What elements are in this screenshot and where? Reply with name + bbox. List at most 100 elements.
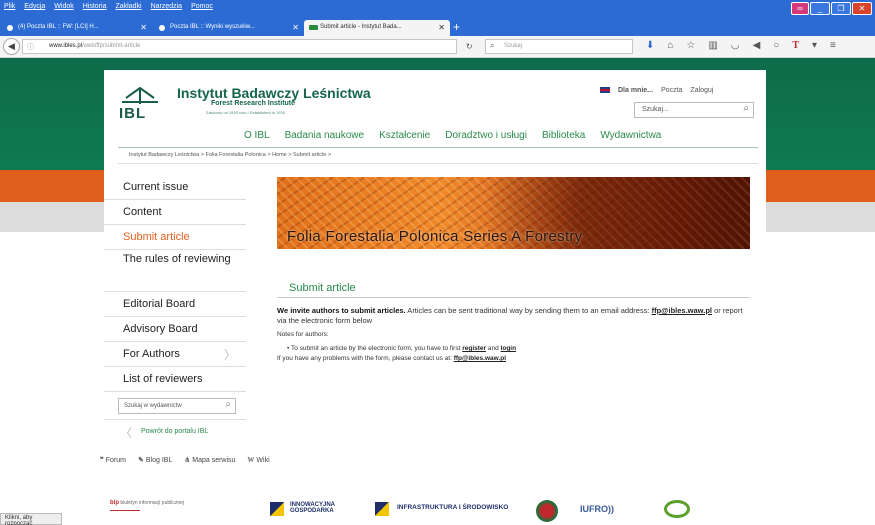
browser-search-input[interactable]: ⌕ Szukaj [485, 39, 633, 54]
home-icon[interactable]: ⌂ [667, 40, 673, 51]
bip-logo-caption: biuletyn informacji publicznej [120, 500, 185, 506]
bookmark-star-icon[interactable]: ☆ [686, 40, 695, 51]
menu-view[interactable]: Widok [54, 3, 73, 10]
iufro-logo-text: IUFRO [580, 504, 608, 514]
partner-round-logo[interactable] [536, 500, 558, 522]
sidebar-item-content[interactable]: Content [104, 200, 246, 225]
tab-close-icon[interactable]: ✕ [140, 23, 147, 32]
page-container: IBL Instytut Badawczy Leśnictwa Forest R… [104, 70, 766, 470]
sidebar-item-current-issue[interactable]: Current issue [104, 175, 246, 200]
nav-ksztalcenie[interactable]: Kształcenie [379, 130, 430, 141]
browser-tabbar: (4) Poczta IBL :: FW: [LCI] H... ✕ Poczt… [0, 18, 875, 36]
new-tab-button[interactable]: + [453, 20, 460, 34]
login-link[interactable]: login [501, 345, 517, 352]
search-icon[interactable]: ⌕ [743, 103, 749, 114]
iufro-logo[interactable]: IUFRO)) [580, 504, 614, 514]
sidebar-item-label: For Authors [123, 348, 180, 360]
chevron-right-icon: 〉 [224, 348, 237, 362]
footer-sitemap-link[interactable]: ⋔ Mapa serwisu [184, 456, 235, 464]
browser-tab-submit-article[interactable]: Submit article - Instytut Bada... ✕ [304, 20, 450, 36]
tab-favicon-icon [7, 25, 13, 31]
poczta-link[interactable]: Poczta [661, 87, 682, 94]
browser-tab-poczta-1[interactable]: (4) Poczta IBL :: FW: [LCI] H... ✕ [2, 20, 152, 36]
tab-label: (4) Poczta IBL :: FW: [LCI] H... [18, 24, 99, 30]
breadcrumb[interactable]: Instytut Badawczy Leśnictwa > Folia Fore… [129, 152, 331, 158]
menu-help[interactable]: Pomoc [191, 3, 213, 10]
register-link[interactable]: register [462, 345, 486, 352]
note-text: To submit an article by the electronic f… [290, 345, 463, 352]
article-content: We invite authors to submit articles. Ar… [277, 306, 752, 368]
site-search-input[interactable]: Szukaj... ⌕ [634, 102, 754, 118]
tab-close-icon[interactable]: ✕ [438, 23, 445, 32]
browser-search-placeholder: Szukaj [504, 43, 523, 49]
reload-icon[interactable]: ↻ [466, 42, 473, 51]
wiki-icon: W [247, 456, 255, 464]
send-icon[interactable]: ◀ [753, 40, 761, 51]
footer-forum-link[interactable]: ❞ Forum [100, 456, 126, 464]
tab-favicon-icon [159, 25, 165, 31]
menu-edit[interactable]: Edycja [24, 3, 45, 10]
site-info-icon[interactable]: ⓘ [27, 42, 34, 52]
efi-logo[interactable] [664, 500, 690, 518]
nav-badania[interactable]: Badania naukowe [285, 130, 365, 141]
blog-icon: ✎ [138, 457, 144, 464]
url-bar[interactable]: ⓘ www.ibles.pl/web/ffp/submit-article [22, 39, 457, 54]
menu-tools[interactable]: Narzędzia [151, 3, 183, 10]
tab-close-icon[interactable]: ✕ [292, 23, 299, 32]
publication-search-placeholder: Szukaj w wydawnictw [124, 403, 182, 409]
translate-icon[interactable]: T [792, 40, 799, 51]
nav-o-ibl[interactable]: O IBL [244, 130, 270, 141]
infrastruktura-logo[interactable]: INFRASTRUKTURA I ŚRODOWISKO [375, 502, 508, 516]
search-icon[interactable]: ⌕ [225, 399, 231, 410]
footer-link-label: Blog IBL [145, 457, 173, 464]
language-flag-icon[interactable] [600, 87, 610, 93]
download-icon[interactable]: ⬇ [646, 40, 654, 51]
browser-tab-poczta-2[interactable]: Poczta IBL :: Wyniki wyszukiw... ✕ [154, 20, 304, 36]
menu-history[interactable]: Historia [83, 3, 107, 10]
sidebar-item-for-authors[interactable]: For Authors 〉 [104, 342, 246, 367]
notes-list: To submit an article by the electronic f… [277, 344, 752, 354]
sidebar-item-editorial-board[interactable]: Editorial Board [104, 292, 246, 317]
sidebar-item-advisory-board[interactable]: Advisory Board [104, 317, 246, 342]
footer-wiki-link[interactable]: W Wiki [247, 456, 269, 464]
window-close-button[interactable]: ✕ [852, 2, 872, 15]
back-to-portal-link[interactable]: 〈 Powrót do portalu IBL [104, 420, 246, 445]
pocket-icon[interactable]: ◡ [731, 40, 740, 51]
nav-wydawnictwa[interactable]: Wydawnictwa [600, 130, 661, 141]
url-path: /web/ffp/submit-article [82, 43, 141, 49]
minimize-button[interactable]: _ [810, 2, 830, 15]
org-established: Założony od 1930 roku / Established in 1… [206, 110, 285, 115]
hamburger-menu-icon[interactable]: ≡ [830, 40, 836, 51]
bip-logo[interactable]: bip biuletyn informacji publicznej [110, 500, 185, 511]
footer-link-label: Wiki [256, 457, 270, 464]
nav-biblioteka[interactable]: Biblioteka [542, 130, 585, 141]
journal-banner: Folia Forestalia Polonica Series A Fores… [277, 177, 750, 249]
maximize-button[interactable]: ❐ [831, 2, 851, 15]
ibl-logo[interactable]: IBL [118, 84, 162, 128]
innowacyjna-gospodarka-logo[interactable]: INNOWACYJNA GOSPODARKA [270, 502, 350, 516]
zaloguj-link[interactable]: Zaloguj [690, 87, 713, 94]
sidebar-item-rules-of-reviewing[interactable]: The rules of reviewing [104, 250, 246, 292]
menu-bookmarks[interactable]: Zakładki [115, 3, 141, 10]
sidebar-item-list-of-reviewers[interactable]: List of reviewers [104, 367, 246, 392]
back-button[interactable]: ◀ [3, 38, 20, 55]
dla-mnie-link[interactable]: Dla mnie... [618, 87, 653, 94]
publication-search-input[interactable]: Szukaj w wydawnictw ⌕ [118, 398, 236, 414]
menu-file[interactable]: Plik [4, 3, 15, 10]
forum-icon: ❞ [100, 457, 104, 464]
footer-blog-link[interactable]: ✎ Blog IBL [138, 456, 172, 464]
contact-email-link[interactable]: ffp@ibles.waw.pl [454, 355, 506, 362]
circle-icon[interactable]: ○ [773, 40, 779, 51]
library-icon[interactable]: ▥ [708, 40, 717, 51]
sidebar-item-submit-article[interactable]: Submit article [104, 225, 246, 250]
tab-favicon-icon [309, 25, 318, 30]
browser-toolbar-icons: ⬇ ⌂ ☆ ▥ ◡ ◀ ○ T ▾ ≡ [646, 40, 836, 51]
page-title: Submit article [289, 282, 356, 294]
nav-doradztwo[interactable]: Doradztwo i usługi [445, 130, 527, 141]
problems-text: If you have any problems with the form, … [277, 355, 454, 362]
browser-navbar: ◀ ⓘ www.ibles.pl/web/ffp/submit-article … [0, 36, 875, 58]
email-link[interactable]: ffp@ibles.waw.pl [652, 306, 712, 315]
menu-dropdown-icon[interactable]: ▾ [812, 40, 817, 51]
banner-title: Folia Forestalia Polonica Series A Fores… [287, 228, 583, 245]
footer-links: ❞ Forum ✎ Blog IBL ⋔ Mapa serwisu W Wiki [100, 456, 270, 464]
